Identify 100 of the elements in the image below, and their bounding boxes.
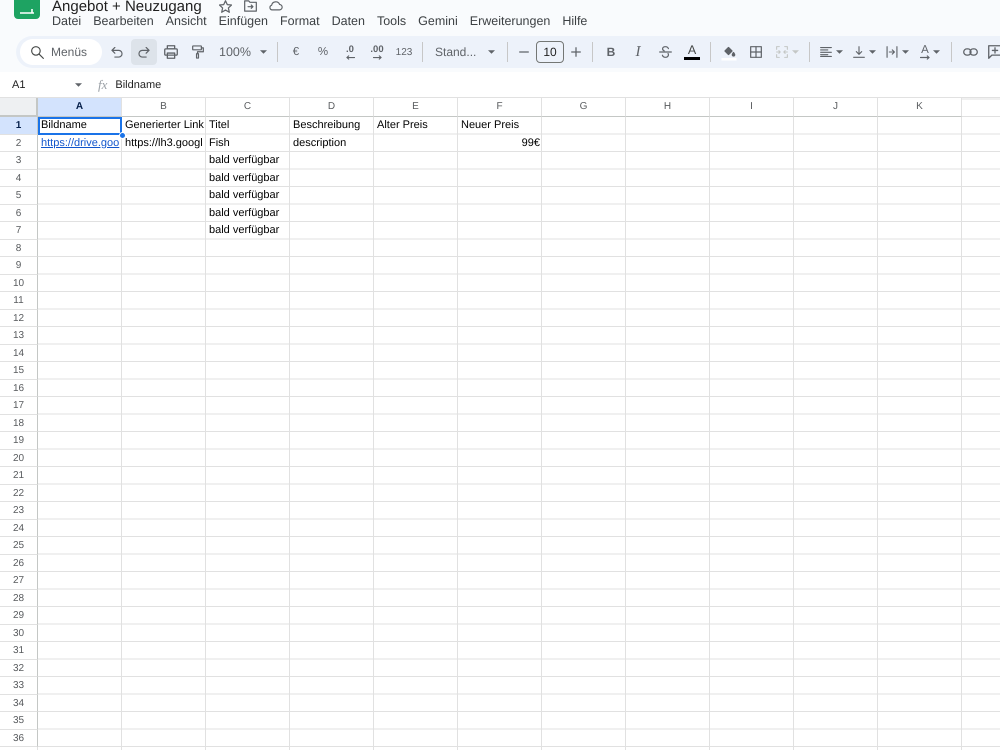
row-header[interactable]: 36	[0, 730, 38, 747]
row-header[interactable]: 9	[0, 257, 38, 274]
column-header[interactable]: D	[290, 98, 374, 117]
column-header[interactable]: I	[710, 98, 794, 117]
zoom-dropdown[interactable]: 100%	[212, 39, 272, 65]
cloud-icon	[268, 0, 283, 11]
font-dropdown[interactable]: Stand...	[428, 39, 502, 65]
number-format-button[interactable]: 123	[391, 39, 417, 65]
redo-button[interactable]	[131, 39, 157, 65]
spreadsheet-cell[interactable]: bald verfügbar	[206, 170, 290, 187]
row-header[interactable]: 30	[0, 624, 38, 642]
spreadsheet-cell[interactable]: 99€	[458, 134, 542, 152]
caret-icon	[836, 50, 842, 54]
menu-item[interactable]: Tools	[370, 14, 412, 28]
spreadsheet-cell[interactable]: bald verfügbar	[206, 222, 290, 240]
column-header[interactable]: A	[38, 98, 122, 117]
spreadsheet-icon[interactable]	[14, 0, 40, 19]
fill-handle[interactable]	[119, 132, 126, 138]
column-header[interactable]: B	[122, 98, 206, 117]
row-header[interactable]: 28	[0, 590, 38, 607]
borders-icon	[750, 46, 762, 58]
column-header[interactable]: F	[458, 98, 542, 117]
bold-button[interactable]: B	[598, 39, 624, 65]
row-header[interactable]: 18	[0, 414, 38, 432]
row-header[interactable]: 34	[0, 694, 38, 712]
column-header[interactable]: E	[374, 98, 458, 117]
row-header[interactable]: 8	[0, 240, 38, 257]
row-header[interactable]: 21	[0, 467, 38, 484]
menu-item[interactable]: Bearbeiten	[87, 14, 160, 28]
row-header[interactable]: 24	[0, 520, 38, 537]
row-header[interactable]: 14	[0, 344, 38, 362]
spreadsheet-cell[interactable]: bald verfügbar	[206, 187, 290, 204]
menu-item[interactable]: Hilfe	[556, 14, 594, 28]
row-header[interactable]: 29	[0, 607, 38, 624]
row-header[interactable]: 16	[0, 380, 38, 397]
spreadsheet-cell[interactable]: description	[290, 134, 374, 152]
spreadsheet-cell[interactable]: Neuer Preis	[458, 117, 542, 134]
row-header[interactable]: 12	[0, 310, 38, 327]
spreadsheet-cell[interactable]: https://lh3.googl	[122, 134, 206, 152]
row-header[interactable]: 25	[0, 537, 38, 554]
text-rotation-button[interactable]: A	[914, 39, 946, 65]
spreadsheet-cell[interactable]: Fish	[206, 134, 290, 152]
increase-decimals-button[interactable]: .00	[364, 39, 390, 65]
column-header[interactable]: H	[626, 98, 710, 117]
caret-icon	[488, 50, 495, 54]
percent-button[interactable]: %	[310, 39, 336, 65]
row-header[interactable]: 22	[0, 484, 38, 502]
menu-item[interactable]: Erweiterungen	[464, 14, 556, 28]
row-header[interactable]: 27	[0, 572, 38, 590]
row-header[interactable]: 17	[0, 397, 38, 414]
menu-item[interactable]: Daten	[326, 14, 371, 28]
plus-icon	[571, 47, 581, 57]
menu-item[interactable]: Ansicht	[160, 14, 213, 28]
spreadsheet-cell[interactable]: Generierter Link	[122, 117, 206, 134]
row-header[interactable]: 11	[0, 292, 38, 310]
menu-item[interactable]: Format	[274, 14, 326, 28]
decrease-decimals-button[interactable]: .0	[337, 39, 363, 65]
text-color-button[interactable]: A	[679, 39, 705, 65]
link-cell[interactable]: https://drive.goo	[38, 134, 122, 152]
row-header[interactable]: 2	[0, 134, 38, 152]
row-header[interactable]: 31	[0, 642, 38, 660]
column-header[interactable]: J	[794, 98, 878, 117]
row-header[interactable]: 15	[0, 362, 38, 380]
row-header[interactable]: 7	[0, 222, 38, 240]
menu-item[interactable]: Datei	[46, 14, 88, 28]
row-header[interactable]: 4	[0, 170, 38, 187]
row-header[interactable]: 5	[0, 187, 38, 204]
row-header[interactable]: 6	[0, 204, 38, 222]
column-header[interactable]: K	[878, 98, 962, 117]
row-header[interactable]: 1	[0, 117, 38, 134]
italic-button[interactable]: I	[625, 39, 651, 65]
row-header[interactable]: 32	[0, 660, 38, 677]
font-size-field[interactable]: 10	[536, 41, 564, 63]
search-field[interactable]: Menüs	[20, 39, 102, 65]
spreadsheet-cell[interactable]: Alter Preis	[374, 117, 458, 134]
currency-button[interactable]: €	[283, 39, 309, 65]
row-header[interactable]: 23	[0, 502, 38, 520]
caret-icon	[792, 50, 798, 54]
column-header[interactable]: G	[542, 98, 626, 117]
menu-item[interactable]: Einfügen	[212, 14, 274, 28]
row-header[interactable]: 26	[0, 554, 38, 572]
caret-icon	[868, 50, 876, 54]
row-header[interactable]: 20	[0, 450, 38, 467]
spreadsheet-cell[interactable]: Beschreibung	[290, 117, 374, 134]
row-header[interactable]: 3	[0, 152, 38, 170]
row-header[interactable]: 13	[0, 327, 38, 344]
spreadsheet-cell[interactable]: Titel	[206, 117, 290, 134]
menu-item[interactable]: Gemini	[412, 14, 464, 28]
spreadsheet-cell[interactable]: bald verfügbar	[206, 152, 290, 170]
document-title[interactable]: Angebot + Neuzugang	[52, 0, 202, 13]
row-header[interactable]: 35	[0, 712, 38, 730]
row-header[interactable]: 33	[0, 677, 38, 694]
column-header[interactable]: C	[206, 98, 290, 117]
spreadsheet-cell[interactable]: Bildname	[38, 117, 122, 134]
name-box[interactable]: A1	[8, 74, 88, 94]
spreadsheet-cell[interactable]: bald verfügbar	[206, 204, 290, 222]
row-header[interactable]: 19	[0, 432, 38, 450]
merge-icon	[776, 46, 788, 58]
row-header[interactable]: 10	[0, 274, 38, 292]
formula-field[interactable]: Bildname	[115, 78, 1000, 90]
